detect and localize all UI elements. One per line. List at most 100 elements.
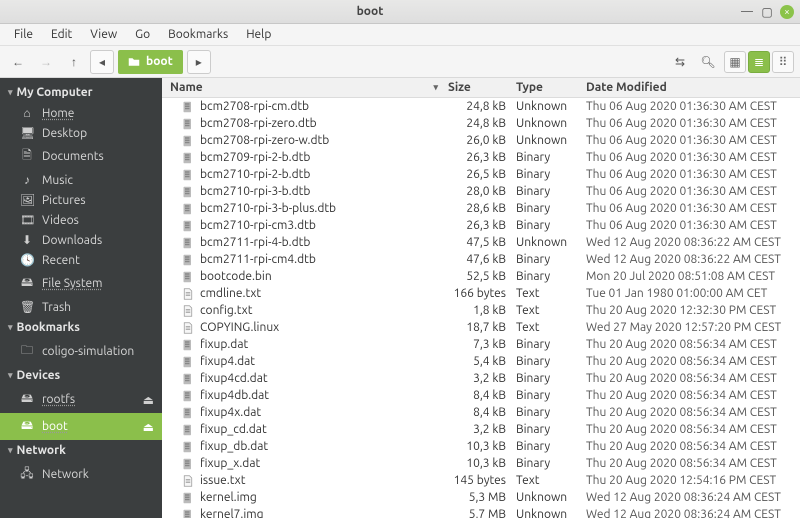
file-row[interactable]: bcm2709-rpi-2-b.dtb26,3 kBBinaryThu 06 A…: [162, 149, 800, 166]
file-type: Text: [516, 304, 586, 317]
file-date: Thu 20 Aug 2020 08:56:34 AM CEST: [586, 372, 800, 385]
sidebar-item-documents[interactable]: 🗎Documents: [0, 143, 162, 170]
file-type: Binary: [516, 219, 586, 232]
list-view-button[interactable]: ≣: [748, 51, 770, 73]
forward-button[interactable]: →: [34, 50, 58, 74]
file-name: bcm2711-rpi-4-b.dtb: [200, 236, 310, 249]
maximize-button[interactable]: ▢: [760, 5, 774, 19]
file-row[interactable]: fixup4cd.dat3,2 kBBinaryThu 20 Aug 2020 …: [162, 370, 800, 387]
sidebar-item-home[interactable]: ⌂Home: [0, 103, 162, 123]
sidebar-cat-my-computer[interactable]: My Computer: [0, 82, 162, 103]
file-type: Binary: [516, 338, 586, 351]
file-row[interactable]: bcm2710-rpi-cm3.dtb26,3 kBBinaryThu 06 A…: [162, 217, 800, 234]
sidebar: My Computer ⌂Home 🖥︎Desktop 🗎Documents ♪…: [0, 78, 162, 518]
sidebar-cat-network[interactable]: Network: [0, 440, 162, 461]
sidebar-item-videos[interactable]: 🎞︎Videos: [0, 210, 162, 230]
menu-file[interactable]: File: [6, 26, 41, 43]
menu-view[interactable]: View: [82, 26, 125, 43]
file-date: Thu 20 Aug 2020 08:56:34 AM CEST: [586, 423, 800, 436]
file-row[interactable]: kernel.img5,3 MBUnknownWed 12 Aug 2020 0…: [162, 489, 800, 506]
file-list[interactable]: bcm2708-rpi-cm.dtb24,8 kBUnknownThu 06 A…: [162, 98, 800, 518]
menu-help[interactable]: Help: [238, 26, 279, 43]
sidebar-item-boot[interactable]: 🖴boot⏏: [0, 413, 162, 440]
file-row[interactable]: bcm2710-rpi-2-b.dtb26,5 kBBinaryThu 06 A…: [162, 166, 800, 183]
file-date: Thu 20 Aug 2020 12:54:16 PM CEST: [586, 474, 800, 487]
sidebar-item-network[interactable]: 🖧Network: [0, 461, 162, 488]
file-row[interactable]: bcm2710-rpi-3-b.dtb28,0 kBBinaryThu 06 A…: [162, 183, 800, 200]
up-button[interactable]: ↑: [62, 50, 86, 74]
file-date: Mon 20 Jul 2020 08:51:08 AM CEST: [586, 270, 800, 283]
file-name: fixup4.dat: [200, 355, 255, 368]
file-type: Binary: [516, 168, 586, 181]
sidebar-cat-bookmarks[interactable]: Bookmarks: [0, 317, 162, 338]
file-row[interactable]: bootcode.bin52,5 kBBinaryMon 20 Jul 2020…: [162, 268, 800, 285]
sidebar-item-downloads[interactable]: ⬇Downloads: [0, 230, 162, 250]
file-row[interactable]: bcm2708-rpi-cm.dtb24,8 kBUnknownThu 06 A…: [162, 98, 800, 115]
menu-edit[interactable]: Edit: [43, 26, 80, 43]
toggle-path-entry-button[interactable]: ⇆: [668, 50, 692, 74]
file-row[interactable]: bcm2708-rpi-zero.dtb24,8 kBUnknownThu 06…: [162, 115, 800, 132]
sidebar-item-rootfs[interactable]: 🖴rootfs⏏: [0, 386, 162, 413]
sidebar-item-trash[interactable]: 🗑︎Trash: [0, 297, 162, 317]
file-row[interactable]: fixup_x.dat10,3 kBBinaryThu 20 Aug 2020 …: [162, 455, 800, 472]
file-row[interactable]: bcm2711-rpi-4-b.dtb47,5 kBUnknownWed 12 …: [162, 234, 800, 251]
sidebar-item-music[interactable]: ♪Music: [0, 170, 162, 190]
col-type-header[interactable]: Type: [516, 81, 586, 94]
file-row[interactable]: issue.txt145 bytesTextThu 20 Aug 2020 12…: [162, 472, 800, 489]
sidebar-item-desktop[interactable]: 🖥︎Desktop: [0, 123, 162, 143]
file-size: 10,3 kB: [444, 457, 516, 470]
folder-icon: 🗀: [20, 341, 34, 362]
sidebar-item-filesystem[interactable]: 🖴File System: [0, 270, 162, 297]
drive-icon: 🖴: [20, 273, 34, 294]
file-icon: [182, 441, 194, 453]
file-row[interactable]: fixup4.dat5,4 kBBinaryThu 20 Aug 2020 08…: [162, 353, 800, 370]
file-row[interactable]: bcm2710-rpi-3-b-plus.dtb28,6 kBBinaryThu…: [162, 200, 800, 217]
file-row[interactable]: bcm2708-rpi-zero-w.dtb26,0 kBUnknownThu …: [162, 132, 800, 149]
sidebar-cat-devices[interactable]: Devices: [0, 365, 162, 386]
sidebar-item-recent[interactable]: 🕓Recent: [0, 250, 162, 270]
sidebar-item-pictures[interactable]: 🖼︎Pictures: [0, 190, 162, 210]
file-name: COPYING.linux: [200, 321, 279, 334]
path-next-button[interactable]: ▸: [187, 50, 211, 74]
file-date: Thu 20 Aug 2020 08:56:34 AM CEST: [586, 440, 800, 453]
file-size: 5,3 MB: [444, 491, 516, 504]
file-row[interactable]: fixup4x.dat8,4 kBBinaryThu 20 Aug 2020 0…: [162, 404, 800, 421]
eject-icon[interactable]: ⏏: [143, 393, 154, 407]
file-row[interactable]: fixup_cd.dat3,2 kBBinaryThu 20 Aug 2020 …: [162, 421, 800, 438]
file-date: Wed 12 Aug 2020 08:36:24 AM CEST: [586, 491, 800, 504]
file-row[interactable]: fixup4db.dat8,4 kBBinaryThu 20 Aug 2020 …: [162, 387, 800, 404]
sidebar-item-coligo[interactable]: 🗀coligo-simulation: [0, 338, 162, 365]
breadcrumb-current[interactable]: boot: [118, 50, 183, 74]
file-name: bootcode.bin: [200, 270, 272, 283]
file-icon: [182, 169, 194, 181]
back-button[interactable]: ←: [6, 50, 30, 74]
file-row[interactable]: bcm2711-rpi-cm4.dtb47,6 kBBinaryWed 12 A…: [162, 251, 800, 268]
file-name: cmdline.txt: [200, 287, 261, 300]
menu-bookmarks[interactable]: Bookmarks: [160, 26, 236, 43]
file-row[interactable]: COPYING.linux18,7 kBTextWed 27 May 2020 …: [162, 319, 800, 336]
file-date: Thu 06 Aug 2020 01:36:30 AM CEST: [586, 185, 800, 198]
path-prev-button[interactable]: ◂: [90, 50, 114, 74]
file-size: 26,5 kB: [444, 168, 516, 181]
file-type: Unknown: [516, 117, 586, 130]
col-name-header[interactable]: Name▾: [162, 81, 444, 94]
file-row[interactable]: config.txt1,8 kBTextThu 20 Aug 2020 12:3…: [162, 302, 800, 319]
menubar: File Edit View Go Bookmarks Help: [0, 24, 800, 46]
search-button[interactable]: 🔍︎: [696, 50, 720, 74]
file-row[interactable]: fixup_db.dat10,3 kBBinaryThu 20 Aug 2020…: [162, 438, 800, 455]
eject-icon[interactable]: ⏏: [143, 420, 154, 434]
file-name: fixup4x.dat: [200, 406, 261, 419]
col-date-header[interactable]: Date Modified: [586, 81, 800, 94]
file-row[interactable]: fixup.dat7,3 kBBinaryThu 20 Aug 2020 08:…: [162, 336, 800, 353]
file-type: Binary: [516, 440, 586, 453]
icon-view-button[interactable]: ▦: [724, 51, 746, 73]
file-icon: [182, 101, 194, 113]
file-row[interactable]: cmdline.txt166 bytesTextTue 01 Jan 1980 …: [162, 285, 800, 302]
close-button[interactable]: ×: [780, 5, 794, 19]
col-size-header[interactable]: Size: [444, 81, 516, 94]
file-icon: [182, 135, 194, 147]
compact-view-button[interactable]: ⠿: [772, 51, 794, 73]
menu-go[interactable]: Go: [127, 26, 158, 43]
minimize-button[interactable]: —: [740, 5, 754, 19]
file-row[interactable]: kernel7.img5,7 MBUnknownWed 12 Aug 2020 …: [162, 506, 800, 518]
